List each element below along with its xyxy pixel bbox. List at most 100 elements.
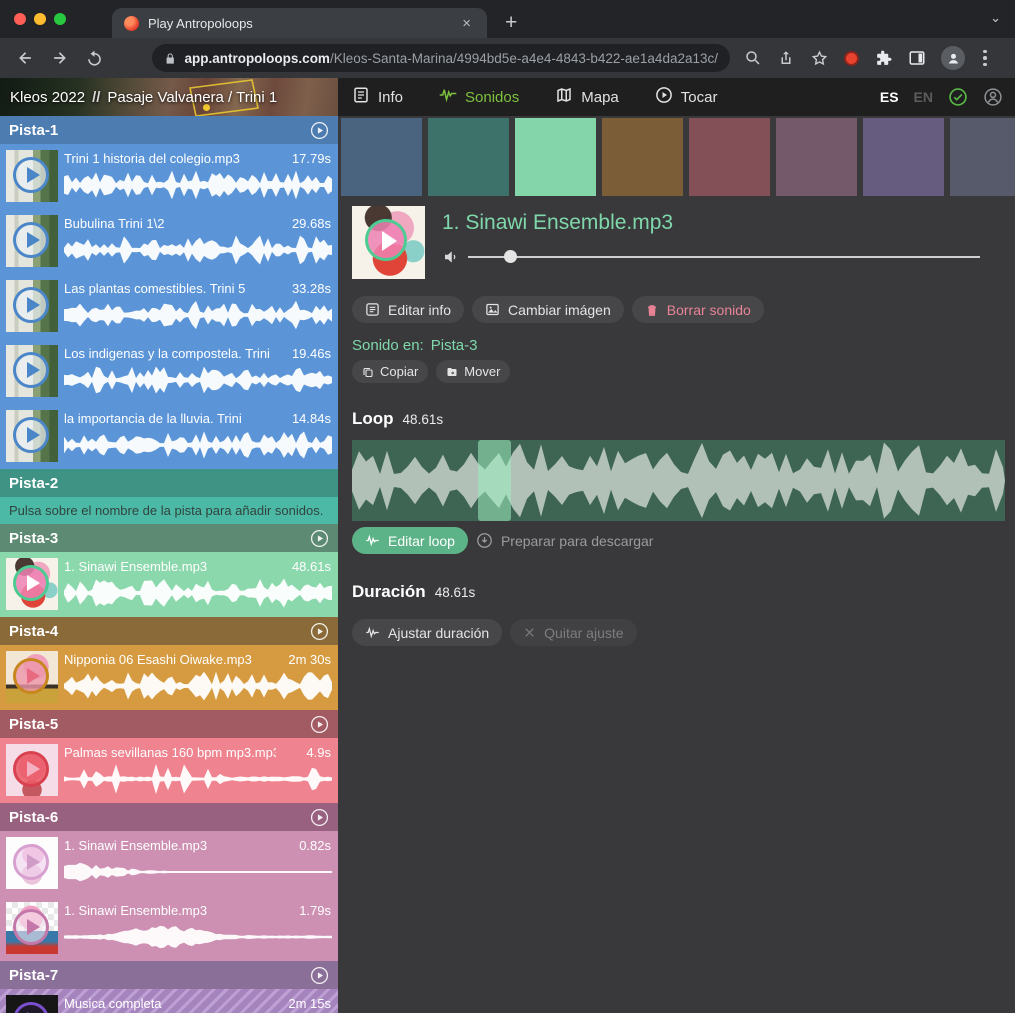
clip-artwork[interactable] xyxy=(6,215,58,267)
tab-tocar[interactable]: Tocar xyxy=(655,86,718,108)
sync-check-icon[interactable] xyxy=(948,87,968,107)
clip-artwork[interactable] xyxy=(6,902,58,954)
clip-artwork[interactable] xyxy=(6,345,58,397)
play-overlay-icon[interactable] xyxy=(365,219,407,261)
bookmark-star-icon[interactable] xyxy=(810,49,829,68)
new-tab-button[interactable]: + xyxy=(505,10,517,36)
clip-play-icon[interactable] xyxy=(13,157,49,193)
adjust-duration-button[interactable]: Ajustar duración xyxy=(352,619,502,646)
back-icon[interactable] xyxy=(15,48,35,68)
track-color-swatch[interactable] xyxy=(689,118,770,196)
clip-row[interactable]: 1. Sinawi Ensemble.mp31.79s xyxy=(0,896,338,961)
track-play-icon[interactable] xyxy=(310,622,329,641)
breadcrumb[interactable]: Kleos 2022 // Pasaje Valvanera / Trini 1 xyxy=(10,78,277,116)
volume-slider-thumb[interactable] xyxy=(504,250,517,263)
track-header-pista-2[interactable]: Pista-2 xyxy=(0,469,338,497)
tab-info[interactable]: Info xyxy=(352,86,403,108)
delete-sound-button[interactable]: Borrar sonido xyxy=(632,296,764,323)
clip-play-icon[interactable] xyxy=(13,565,49,601)
tab-mapa[interactable]: Mapa xyxy=(555,86,619,108)
copy-button[interactable]: Copiar xyxy=(352,360,428,383)
share-icon[interactable] xyxy=(777,49,795,67)
clip-artwork[interactable] xyxy=(6,995,58,1013)
edit-info-button[interactable]: Editar info xyxy=(352,296,464,323)
breadcrumb-project[interactable]: Kleos 2022 xyxy=(10,89,85,106)
tab-sonidos[interactable]: Sonidos xyxy=(439,86,519,108)
clip-artwork[interactable] xyxy=(6,837,58,889)
profile-avatar[interactable] xyxy=(941,46,965,70)
clip-play-icon[interactable] xyxy=(13,222,49,258)
forward-icon[interactable] xyxy=(50,48,70,68)
close-window-button[interactable] xyxy=(14,13,26,25)
clip-play-icon[interactable] xyxy=(13,1002,49,1013)
tab-search-chevron-icon[interactable]: ⌄ xyxy=(990,10,1001,26)
track-header-pista-7[interactable]: Pista-7 xyxy=(0,961,338,989)
reload-icon[interactable] xyxy=(85,49,104,68)
clip-row[interactable]: 1. Sinawi Ensemble.mp30.82s xyxy=(0,831,338,896)
tab-close-icon[interactable]: × xyxy=(458,14,475,33)
remove-adjust-button[interactable]: Quitar ajuste xyxy=(510,619,636,646)
clip-row[interactable]: Trini 1 historia del colegio.mp317.79s xyxy=(0,144,338,209)
clip-play-icon[interactable] xyxy=(13,352,49,388)
breadcrumb-page[interactable]: Pasaje Valvanera / Trini 1 xyxy=(107,89,277,106)
extensions-puzzle-icon[interactable] xyxy=(874,49,893,68)
address-bar[interactable]: app.antropoloops.com/Kleos-Santa-Marina/… xyxy=(152,44,730,72)
clip-play-icon[interactable] xyxy=(13,909,49,945)
clip-artwork[interactable] xyxy=(6,651,58,703)
track-play-icon[interactable] xyxy=(310,808,329,827)
minimize-window-button[interactable] xyxy=(34,13,46,25)
track-play-icon[interactable] xyxy=(310,966,329,985)
clip-row[interactable]: Nipponia 06 Esashi Oiwake.mp32m 30s xyxy=(0,645,338,710)
clip-row[interactable]: la importancia de la lluvia. Trini14.84s xyxy=(0,404,338,469)
clip-row[interactable]: 1. Sinawi Ensemble.mp348.61s xyxy=(0,552,338,617)
clip-artwork[interactable] xyxy=(6,280,58,332)
track-color-swatch[interactable] xyxy=(950,118,1015,196)
track-header-pista-5[interactable]: Pista-5 xyxy=(0,710,338,738)
clip-row[interactable]: Palmas sevillanas 160 bpm mp3.mp34.9s xyxy=(0,738,338,803)
clip-row[interactable]: Los indigenas y la compostela. Trini19.4… xyxy=(0,339,338,404)
browser-tab[interactable]: Play Antropoloops × xyxy=(112,8,487,38)
clip-row[interactable]: Las plantas comestibles. Trini 533.28s xyxy=(0,274,338,339)
loop-waveform[interactable] xyxy=(352,440,1005,521)
track-color-swatch[interactable] xyxy=(776,118,857,196)
track-header-pista-1[interactable]: Pista-1 xyxy=(0,116,338,144)
track-play-icon[interactable] xyxy=(310,121,329,140)
prepare-download-button[interactable]: Preparar para descargar xyxy=(476,532,654,549)
track-color-swatch[interactable] xyxy=(863,118,944,196)
clip-row[interactable]: Musica completa2m 15s xyxy=(0,989,338,1013)
clip-row[interactable]: Bubulina Trini 1\229.68s xyxy=(0,209,338,274)
project-map-banner[interactable]: Kleos 2022 // Pasaje Valvanera / Trini 1 xyxy=(0,78,338,116)
lang-es-button[interactable]: ES xyxy=(880,89,899,105)
clip-play-icon[interactable] xyxy=(13,751,49,787)
clip-play-icon[interactable] xyxy=(13,287,49,323)
clip-play-icon[interactable] xyxy=(13,658,49,694)
track-header-pista-4[interactable]: Pista-4 xyxy=(0,617,338,645)
clip-artwork[interactable] xyxy=(6,410,58,462)
side-panel-icon[interactable] xyxy=(908,49,926,67)
track-color-swatch[interactable] xyxy=(602,118,683,196)
zoom-window-button[interactable] xyxy=(54,13,66,25)
lang-en-button[interactable]: EN xyxy=(914,89,933,105)
track-play-icon[interactable] xyxy=(310,715,329,734)
account-icon[interactable] xyxy=(983,87,1003,107)
clip-artwork[interactable] xyxy=(6,744,58,796)
clip-play-icon[interactable] xyxy=(13,844,49,880)
zoom-search-icon[interactable] xyxy=(744,49,762,67)
track-color-swatch-selected[interactable] xyxy=(515,118,596,196)
track-header-pista-3[interactable]: Pista-3 xyxy=(0,524,338,552)
browser-menu-icon[interactable] xyxy=(980,50,990,67)
clip-play-icon[interactable] xyxy=(13,417,49,453)
sound-artwork[interactable] xyxy=(352,206,425,279)
track-play-icon[interactable] xyxy=(310,529,329,548)
track-header-pista-6[interactable]: Pista-6 xyxy=(0,803,338,831)
recording-extension-icon[interactable] xyxy=(844,51,859,66)
track-color-swatch[interactable] xyxy=(428,118,509,196)
clip-artwork[interactable] xyxy=(6,150,58,202)
clip-artwork[interactable] xyxy=(6,558,58,610)
move-button[interactable]: Mover xyxy=(436,360,510,383)
macos-window-controls[interactable] xyxy=(14,13,66,25)
edit-loop-button[interactable]: Editar loop xyxy=(352,527,468,554)
track-color-swatch[interactable] xyxy=(341,118,422,196)
volume-slider[interactable] xyxy=(468,256,980,258)
sound-location-track-link[interactable]: Pista-3 xyxy=(431,337,478,354)
